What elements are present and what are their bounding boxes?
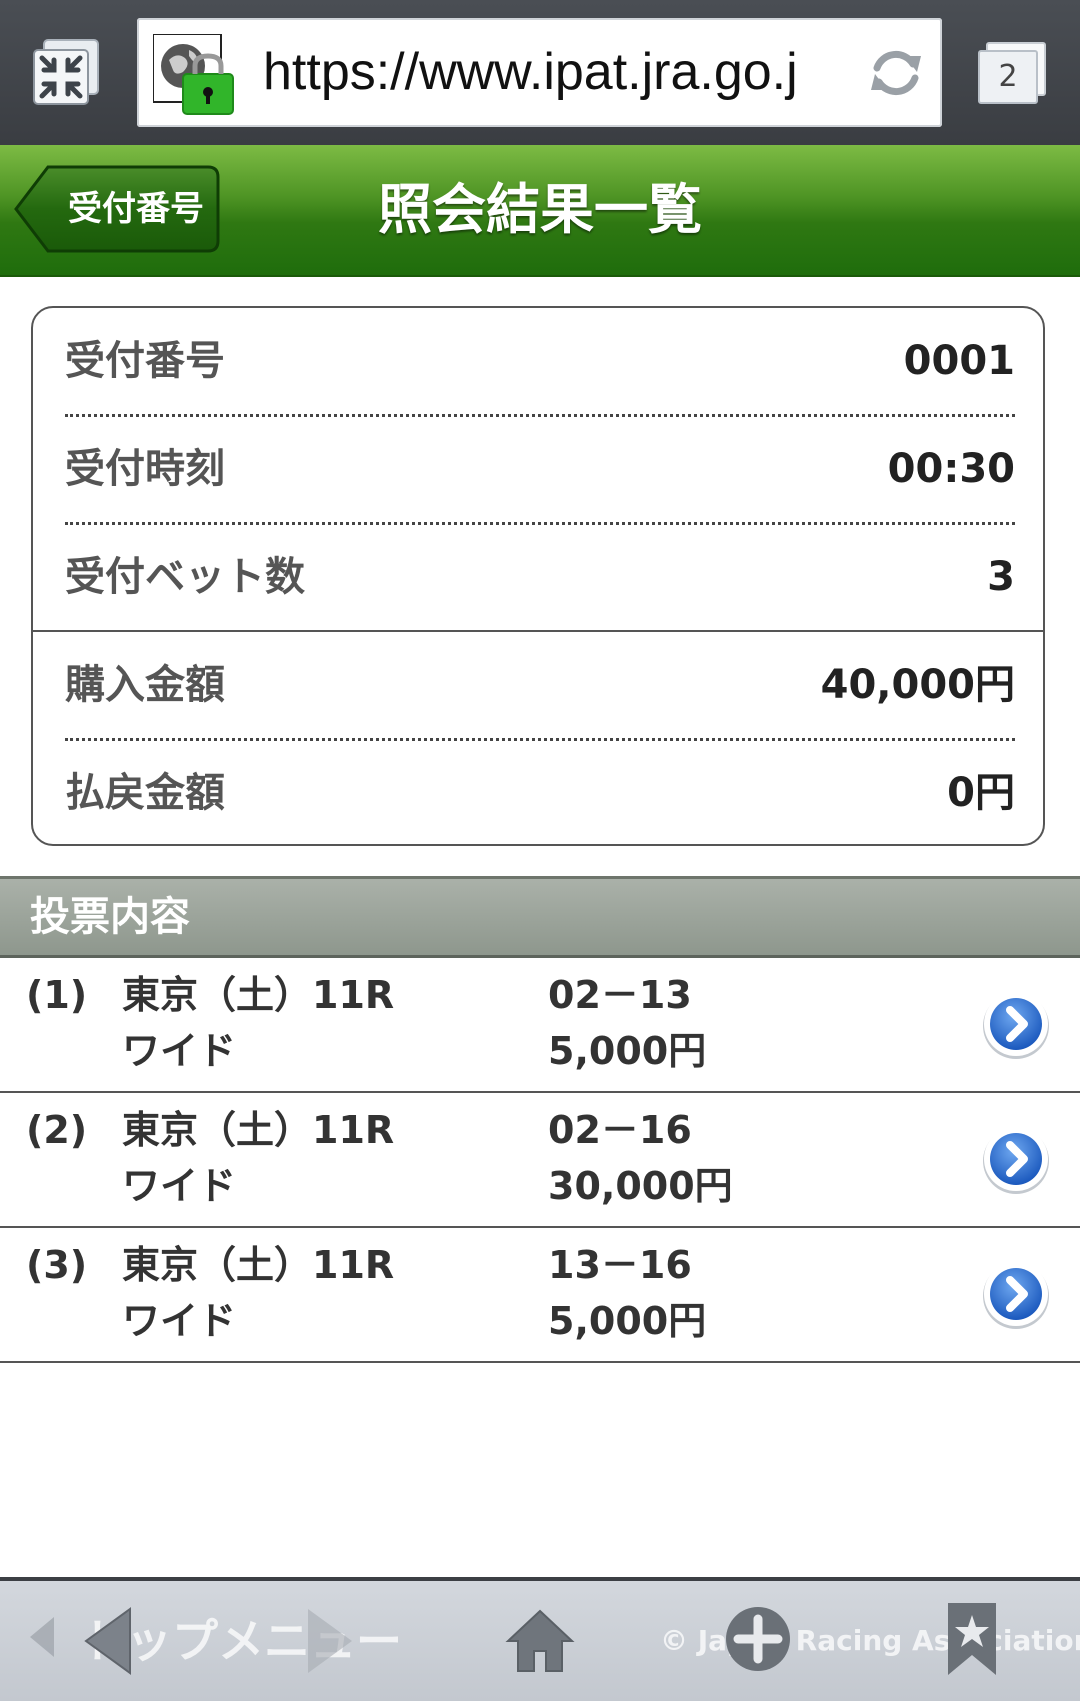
chevron-right-icon[interactable]	[980, 988, 1052, 1060]
bet-type: ワイド	[122, 1299, 237, 1343]
list-item[interactable]: (2) 東京（土）11R ワイド 02－16 30,000円	[0, 1093, 1080, 1228]
bet-amount: 30,000円	[548, 1164, 733, 1208]
back-arrow-icon[interactable]	[82, 1605, 134, 1681]
back-button[interactable]: 受付番号	[14, 165, 220, 253]
bottom-toolbar: トップメニュー © Japan Racing Association.	[0, 1577, 1080, 1701]
bets-section-title: 投票内容	[30, 894, 190, 940]
refund-amount-label: 払戻金額	[65, 770, 225, 816]
bets-section-header: 投票内容	[0, 876, 1080, 958]
bookmark-icon[interactable]	[944, 1601, 1000, 1681]
chevron-right-icon[interactable]	[980, 1258, 1052, 1330]
purchase-amount-row: 購入金額 40,000円	[65, 632, 1015, 738]
bet-race: 東京（土）11R	[122, 1108, 395, 1152]
bet-race: 東京（土）11R	[122, 973, 395, 1017]
page-header: 受付番号 照会結果一覧	[0, 145, 1080, 277]
lock-icon	[152, 33, 235, 116]
list-item[interactable]: (3) 東京（土）11R ワイド 13－16 5,000円	[0, 1228, 1080, 1363]
address-bar[interactable]: https://www.ipat.jra.go.j	[137, 18, 942, 127]
reload-icon[interactable]	[865, 42, 927, 104]
bet-combination: 02－16	[548, 1108, 692, 1152]
page-title: 照会結果一覧	[378, 178, 702, 241]
receipt-number-row: 受付番号 0001	[65, 308, 1015, 414]
receipt-number-label: 受付番号	[65, 338, 225, 384]
forward-arrow-icon[interactable]	[304, 1605, 356, 1681]
receipt-time-label: 受付時刻	[65, 446, 225, 492]
receipt-time-row: 受付時刻 00:30	[65, 416, 1015, 522]
small-back-arrow-icon[interactable]	[26, 1613, 58, 1665]
plus-icon[interactable]	[722, 1603, 794, 1679]
browser-toolbar: https://www.ipat.jra.go.j 2	[0, 0, 1080, 145]
bet-count-row: 受付ベット数 3	[65, 524, 1015, 630]
bet-count-value: 3	[987, 554, 1015, 600]
summary-card: 受付番号 0001 受付時刻 00:30 受付ベット数 3 購入金額 40,00…	[31, 306, 1045, 846]
bet-number: (3)	[26, 1243, 88, 1287]
home-icon[interactable]	[504, 1605, 576, 1681]
bet-amount: 5,000円	[548, 1299, 707, 1343]
back-button-label: 受付番号	[68, 189, 204, 229]
chevron-right-icon[interactable]	[980, 1123, 1052, 1195]
tab-count: 2	[978, 50, 1038, 104]
bet-count-label: 受付ベット数	[65, 554, 305, 600]
url-text[interactable]: https://www.ipat.jra.go.j	[263, 18, 863, 127]
bet-amount: 5,000円	[548, 1029, 707, 1073]
fullscreen-exit-icon[interactable]	[30, 36, 102, 108]
tabs-button[interactable]: 2	[978, 42, 1046, 104]
list-item[interactable]: (1) 東京（土）11R ワイド 02－13 5,000円	[0, 958, 1080, 1093]
bet-combination: 13－16	[548, 1243, 692, 1287]
bet-number: (1)	[26, 973, 88, 1017]
refund-amount-value: 0円	[947, 770, 1015, 816]
refund-amount-row: 払戻金額 0円	[65, 740, 1015, 844]
bet-number: (2)	[26, 1108, 88, 1152]
purchase-amount-value: 40,000円	[820, 662, 1015, 708]
bet-type: ワイド	[122, 1164, 237, 1208]
purchase-amount-label: 購入金額	[65, 662, 225, 708]
bet-type: ワイド	[122, 1029, 237, 1073]
bet-combination: 02－13	[548, 973, 692, 1017]
bet-race: 東京（土）11R	[122, 1243, 395, 1287]
receipt-number-value: 0001	[903, 338, 1015, 384]
receipt-time-value: 00:30	[887, 446, 1015, 492]
